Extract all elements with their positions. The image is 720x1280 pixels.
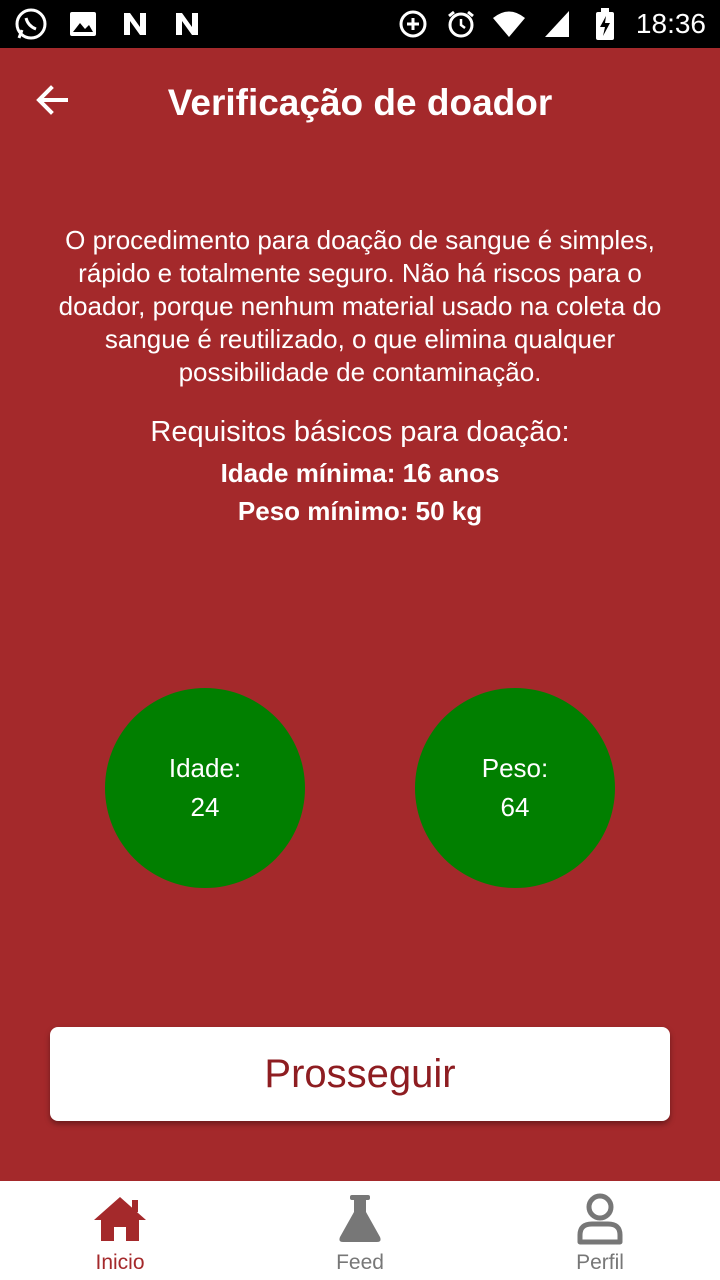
app-bar: Verificação de doador (0, 48, 720, 164)
age-label: Idade: (168, 753, 242, 783)
n-icon (170, 7, 204, 41)
nav-label-inicio: Inicio (95, 1251, 145, 1274)
nav-label-feed: Feed (336, 1251, 384, 1274)
status-time: 18:36 (635, 8, 706, 39)
weight-value: 64 (500, 792, 530, 822)
flask-icon (330, 1191, 390, 1247)
age-check-circle: Idade: 24 (105, 688, 305, 888)
bottom-nav: Inicio Feed Perfil (0, 1181, 720, 1280)
status-bar: 18:36 (0, 0, 720, 48)
nav-label-perfil: Perfil (576, 1251, 624, 1274)
battery-charging-icon (588, 7, 622, 41)
page-title: Verificação de doador (167, 82, 553, 123)
nav-item-feed[interactable]: Feed (240, 1181, 480, 1280)
image-icon (66, 7, 100, 41)
proceed-button[interactable]: Prosseguir (50, 1027, 670, 1121)
home-icon (90, 1191, 150, 1247)
intro-text: O procedimento para doação de sangue é s… (58, 225, 662, 387)
weight-check-circle: Peso: 64 (415, 688, 615, 888)
weight-label: Peso: (481, 753, 549, 783)
age-value: 24 (190, 792, 220, 822)
status-left-icons (14, 7, 204, 41)
alarm-icon (444, 7, 478, 41)
user-icon (570, 1191, 630, 1247)
signal-icon (540, 7, 574, 41)
requirement-min-weight: Peso mínimo: 50 kg (237, 496, 483, 526)
nav-item-inicio[interactable]: Inicio (0, 1181, 240, 1280)
data-saver-icon (396, 7, 430, 41)
whatsapp-icon (14, 7, 48, 41)
requirement-min-age: Idade mínima: 16 anos (220, 458, 500, 488)
n-icon (118, 7, 152, 41)
nav-item-perfil[interactable]: Perfil (480, 1181, 720, 1280)
requirements-title: Requisitos básicos para doação: (150, 416, 570, 448)
status-right-icons: 18:36 (396, 7, 706, 41)
wifi-icon (492, 7, 526, 41)
